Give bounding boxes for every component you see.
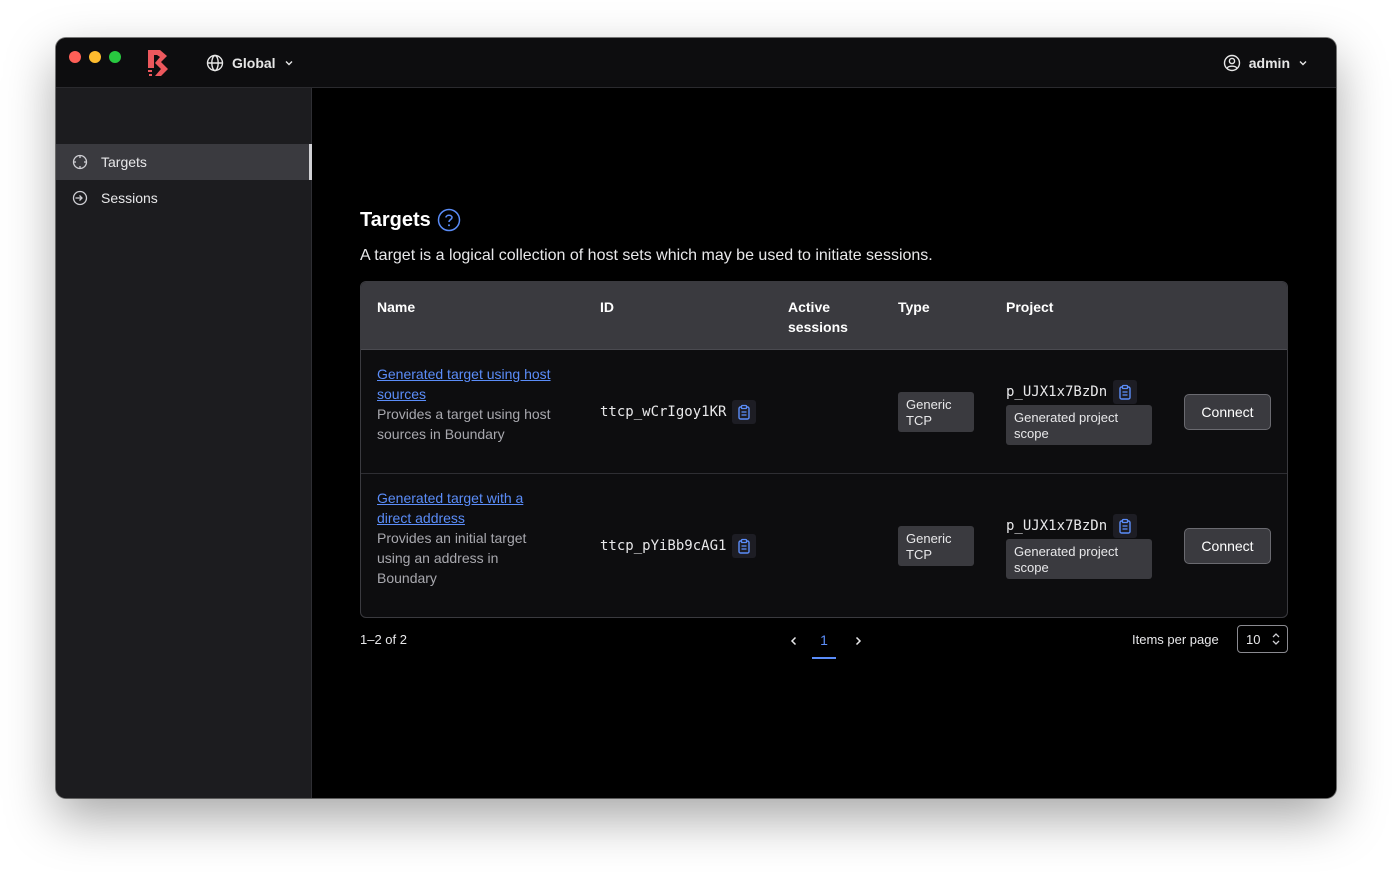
column-header-active-sessions: Active sessions [788,297,848,337]
target-description-line: Provides a target using host [377,406,551,422]
project-cell: p_UJX1x7BzDn Generated project scope [1006,514,1152,579]
type-badge: Generic TCP [898,526,974,566]
sidebar-item-targets[interactable]: Targets [56,144,312,180]
target-description-line: Boundary [377,570,437,586]
previous-page-button[interactable] [782,629,806,653]
target-name-line: sources [377,386,427,402]
app-window: Global admin Targets Sessions Targets A … [56,38,1336,798]
target-id: ttcp_pYiBb9cAG1 [600,538,727,554]
main-content: Targets A target is a logical collection… [312,88,1336,798]
target-id: ttcp_wCrIgoy1KR [600,404,727,420]
globe-icon [206,54,224,72]
target-description-line: Provides an initial target [377,530,527,546]
active-sessions-line1: Active [788,299,831,315]
user-label: admin [1248,55,1290,71]
connect-button[interactable]: Connect [1184,528,1271,564]
scope-label: Global [232,55,276,71]
minimize-window-button[interactable] [89,51,101,63]
column-header-project: Project [1006,299,1054,315]
target-description-line: sources in Boundary [377,426,505,442]
target-icon [72,154,88,170]
sidebar: Targets Sessions [56,88,312,798]
chevron-right-icon [855,636,862,646]
table-row: Generated target with a direct address P… [361,474,1287,617]
project-scope-line: Generated project [1014,410,1119,425]
type-line: Generic [906,397,952,412]
target-id-cell: ttcp_pYiBb9cAG1 [600,534,757,558]
project-scope-badge: Generated project scope [1006,539,1152,579]
target-id-cell: ttcp_wCrIgoy1KR [600,400,757,424]
sidebar-item-label: Targets [101,154,147,170]
items-per-page-value: 10 [1246,631,1261,647]
project-id-row: p_UJX1x7BzDn [1006,514,1152,538]
target-description-line: using an address in [377,550,499,566]
target-name-link[interactable]: Generated target using host sources [377,364,587,404]
sidebar-item-label: Sessions [101,190,158,206]
copy-id-button[interactable] [732,400,757,424]
type-line: TCP [906,547,932,562]
project-cell: p_UJX1x7BzDn Generated project scope [1006,380,1152,445]
scope-switcher[interactable]: Global [206,53,294,73]
type-line: Generic [906,531,952,546]
target-type-cell: Generic TCP [898,526,974,566]
clipboard-icon [738,538,751,554]
type-badge: Generic TCP [898,392,974,432]
user-icon [1223,54,1240,72]
chevron-down-icon [285,61,293,66]
connect-button[interactable]: Connect [1184,394,1271,430]
target-name-cell: Generated target with a direct address P… [377,488,587,588]
items-per-page-label: Items per page [1132,632,1219,647]
clipboard-icon [738,404,751,420]
page-title: Targets [360,208,461,232]
chevron-down-icon [1299,61,1307,66]
pagination-range: 1–2 of 2 [360,632,407,647]
table-header: Name ID Active sessions Type Project [361,282,1287,350]
target-name-link[interactable]: Generated target with a direct address [377,488,587,528]
column-header-id: ID [600,299,614,315]
table-row: Generated target using host sources Prov… [361,350,1287,474]
maximize-window-button[interactable] [109,51,121,63]
targets-table: Name ID Active sessions Type Project Gen… [360,281,1288,618]
sessions-icon [72,190,88,206]
clipboard-icon [1119,384,1131,400]
active-sessions-line2: sessions [788,319,848,335]
column-header-type: Type [898,299,930,315]
project-scope-badge: Generated project scope [1006,405,1152,445]
help-icon[interactable] [437,208,461,232]
clipboard-icon [1119,518,1131,534]
target-name-cell: Generated target using host sources Prov… [377,364,587,444]
project-id-row: p_UJX1x7BzDn [1006,380,1152,404]
target-type-cell: Generic TCP [898,392,974,432]
chevron-left-icon [790,636,797,646]
target-name-line: Generated target using host [377,366,551,382]
items-per-page-select[interactable]: 10 [1237,625,1288,653]
sidebar-item-sessions[interactable]: Sessions [56,180,312,216]
column-header-name: Name [377,299,416,315]
page-description: A target is a logical collection of host… [360,247,933,264]
project-scope-line: scope [1014,560,1049,575]
project-id: p_UJX1x7BzDn [1006,384,1108,400]
copy-project-id-button[interactable] [1113,514,1138,538]
next-page-button[interactable] [846,629,870,653]
project-id: p_UJX1x7BzDn [1006,518,1108,534]
title-bar: Global admin [56,38,1336,88]
target-description: Provides an initial target using an addr… [377,528,587,588]
user-menu[interactable]: admin [1223,53,1308,73]
boundary-logo [148,50,168,76]
type-line: TCP [906,413,932,428]
project-scope-line: Generated project [1014,544,1119,559]
close-window-button[interactable] [69,51,81,63]
target-name-line: direct address [377,510,465,526]
target-name-line: Generated target with a [377,490,524,506]
copy-id-button[interactable] [732,534,757,558]
page-number-button[interactable]: 1 [812,629,836,659]
target-description: Provides a target using host sources in … [377,404,587,444]
copy-project-id-button[interactable] [1113,380,1138,404]
project-scope-line: scope [1014,426,1049,441]
select-arrows-icon [1272,633,1280,645]
page-heading: Targets [360,208,431,231]
